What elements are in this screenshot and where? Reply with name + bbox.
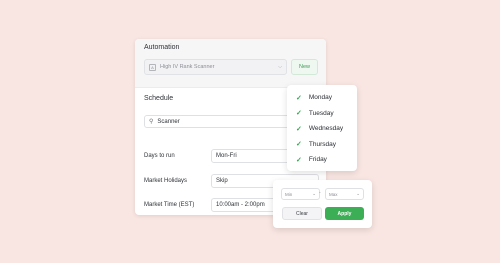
min-time-select[interactable]: Min ⌄ — [281, 188, 320, 200]
day-option-friday[interactable]: ✓ Friday — [287, 152, 357, 168]
day-label: Tuesday — [308, 109, 334, 117]
new-button[interactable]: New — [291, 59, 318, 75]
check-icon: ✓ — [296, 156, 302, 164]
automation-select-row: A High IV Rank Scanner ⌵ New — [144, 59, 318, 75]
day-option-thursday[interactable]: ✓ Thursday — [287, 137, 357, 153]
clear-button[interactable]: Clear — [282, 207, 322, 220]
day-label: Monday — [308, 94, 332, 102]
market-time-value: 10:00am - 2:00pm — [216, 202, 265, 208]
market-time-label: Market Time (EST) — [144, 202, 195, 208]
days-popover: ✓ Monday ✓ Tuesday ✓ Wednesday ✓ Thursda… — [287, 85, 357, 171]
automation-select[interactable]: A High IV Rank Scanner ⌵ — [144, 59, 287, 75]
range-separator: - — [319, 190, 321, 196]
day-option-monday[interactable]: ✓ Monday — [287, 90, 357, 106]
day-label: Thursday — [308, 140, 336, 148]
day-label: Wednesday — [308, 125, 344, 133]
check-icon: ✓ — [296, 94, 302, 102]
chevron-down-icon: ⌵ — [278, 64, 282, 70]
days-to-run-label: Days to run — [144, 153, 175, 159]
automation-select-value: High IV Rank Scanner — [160, 64, 215, 70]
day-label: Friday — [308, 156, 327, 164]
app-icon: A — [149, 63, 156, 71]
automation-section: Automation A High IV Rank Scanner ⌵ New — [135, 39, 326, 88]
check-icon: ✓ — [296, 141, 302, 149]
max-placeholder: Max — [329, 191, 338, 197]
search-value: Scanner — [157, 118, 180, 125]
market-holidays-value: Skip — [216, 178, 228, 184]
search-icon: ⚲ — [149, 119, 154, 125]
chevron-down-icon: ⌄ — [312, 191, 316, 196]
max-time-select[interactable]: Max ⌄ — [325, 188, 364, 200]
check-icon: ✓ — [296, 110, 302, 118]
check-icon: ✓ — [296, 125, 302, 133]
day-option-wednesday[interactable]: ✓ Wednesday — [287, 121, 357, 137]
apply-button[interactable]: Apply — [325, 207, 364, 220]
time-range-popover: Min ⌄ - Max ⌄ Clear Apply — [273, 180, 372, 228]
min-placeholder: Min — [285, 191, 293, 197]
market-holidays-label: Market Holidays — [144, 178, 188, 184]
chevron-down-icon: ⌄ — [356, 191, 360, 196]
automation-title: Automation — [144, 44, 180, 51]
day-option-tuesday[interactable]: ✓ Tuesday — [287, 106, 357, 122]
days-to-run-value: Mon-Fri — [216, 153, 237, 159]
schedule-title: Schedule — [144, 95, 174, 102]
